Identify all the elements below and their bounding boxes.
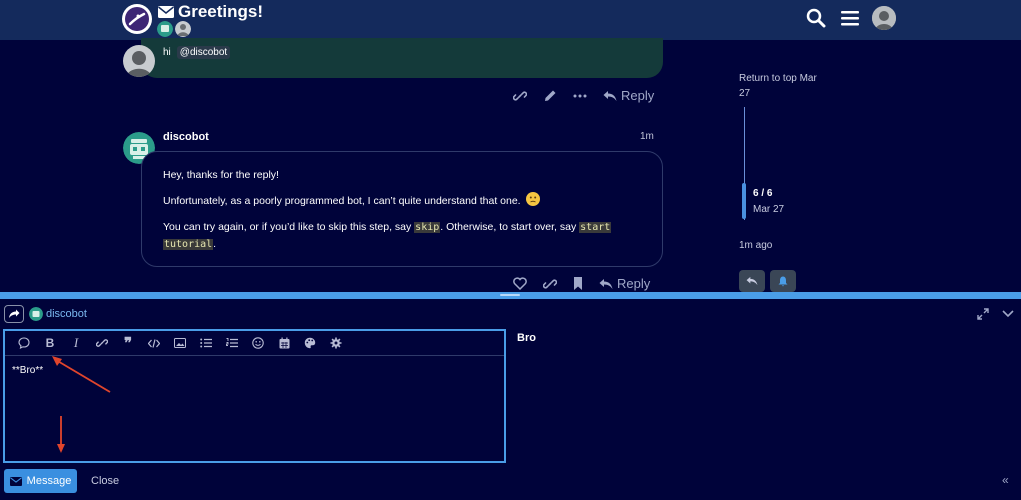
quote-icon[interactable]: ❞ [115, 333, 141, 353]
send-message-button[interactable]: Message [4, 469, 77, 493]
return-to-top-link[interactable]: Return to top Mar 27 [739, 71, 839, 101]
envelope-icon [9, 476, 22, 486]
link-icon[interactable] [513, 89, 527, 103]
composer-preview: Bro [517, 332, 536, 344]
site-header: Greetings! [0, 0, 1021, 40]
share-icon [9, 309, 20, 318]
composer-resize-bar[interactable] [0, 292, 1021, 299]
bell-icon [778, 276, 788, 286]
editor-textarea[interactable]: **Bro** [12, 365, 43, 376]
bookmark-icon[interactable] [573, 277, 583, 290]
resize-grip[interactable] [500, 294, 520, 296]
post-actions: Reply [513, 88, 654, 103]
discobot-avatar [29, 307, 43, 321]
timeline-last-activity[interactable]: 1m ago [739, 240, 772, 251]
collapse-preview-icon[interactable]: « [1002, 473, 1009, 487]
timeline-handle[interactable] [742, 183, 746, 219]
code-start: start [579, 222, 612, 233]
post-paragraph-1: Hey, thanks for the reply! [163, 169, 279, 181]
toggle-rich-editor-icon[interactable] [11, 333, 37, 353]
participants [157, 21, 191, 37]
site-logo[interactable] [122, 4, 152, 34]
timeline-position: 6 / 6 [753, 188, 773, 199]
post-text: hi [163, 47, 171, 58]
notification-button[interactable] [770, 270, 796, 292]
confused-emoji-icon [525, 192, 540, 206]
reply-icon [746, 276, 758, 286]
reply-button[interactable]: Reply [599, 276, 650, 291]
emoji-icon[interactable] [245, 333, 271, 353]
numbered-list-icon[interactable] [219, 333, 245, 353]
timeline-reply-button[interactable] [739, 270, 765, 292]
bold-icon[interactable]: B [37, 333, 63, 353]
discobot-avatar[interactable] [157, 21, 173, 37]
calendar-icon[interactable] [271, 333, 297, 353]
like-icon[interactable] [513, 277, 527, 290]
more-icon[interactable] [573, 93, 587, 99]
post-body: hi @discobot [163, 46, 231, 59]
expand-icon[interactable] [975, 306, 991, 322]
post-time[interactable]: 1m [640, 131, 654, 142]
bulleted-list-icon[interactable] [193, 333, 219, 353]
italic-icon[interactable]: I [63, 333, 89, 353]
palette-icon[interactable] [297, 333, 323, 353]
link-icon[interactable] [543, 277, 557, 291]
recipient-chip[interactable]: discobot [29, 307, 87, 321]
composer-editor[interactable]: B I ❞ **Bro** [3, 329, 506, 463]
timeline-date: Mar 27 [753, 204, 785, 215]
search-icon[interactable] [804, 6, 828, 30]
user-avatar-small[interactable] [175, 21, 191, 37]
edit-icon[interactable] [543, 89, 557, 103]
reply-icon [603, 90, 617, 101]
gear-icon[interactable] [323, 333, 349, 353]
image-icon[interactable] [167, 333, 193, 353]
composer-action-button[interactable] [4, 305, 24, 323]
composer: discobot B I ❞ **Bro** Bro Message Close… [0, 292, 1021, 500]
code-skip: skip [414, 222, 441, 233]
reply-icon [599, 278, 613, 289]
post-paragraph-3: You can try again, or if you’d like to s… [163, 221, 612, 250]
link-icon[interactable] [89, 333, 115, 353]
user-avatar[interactable] [872, 6, 896, 30]
post-username[interactable]: discobot [163, 131, 209, 143]
code-tutorial: tutorial [163, 239, 214, 250]
reply-button[interactable]: Reply [603, 88, 654, 103]
code-icon[interactable] [141, 333, 167, 353]
editor-toolbar: B I ❞ [5, 331, 504, 356]
envelope-icon [158, 6, 174, 18]
user-avatar-post[interactable] [123, 45, 155, 77]
hamburger-icon[interactable] [838, 6, 862, 30]
post-actions: Reply [513, 276, 650, 291]
post-paragraph-2: Unfortunately, as a poorly programmed bo… [163, 192, 633, 209]
topic-title[interactable]: Greetings! [178, 2, 263, 22]
chevron-down-icon[interactable] [1000, 306, 1016, 322]
close-button[interactable]: Close [91, 475, 119, 487]
mention-link[interactable]: @discobot [176, 46, 231, 59]
